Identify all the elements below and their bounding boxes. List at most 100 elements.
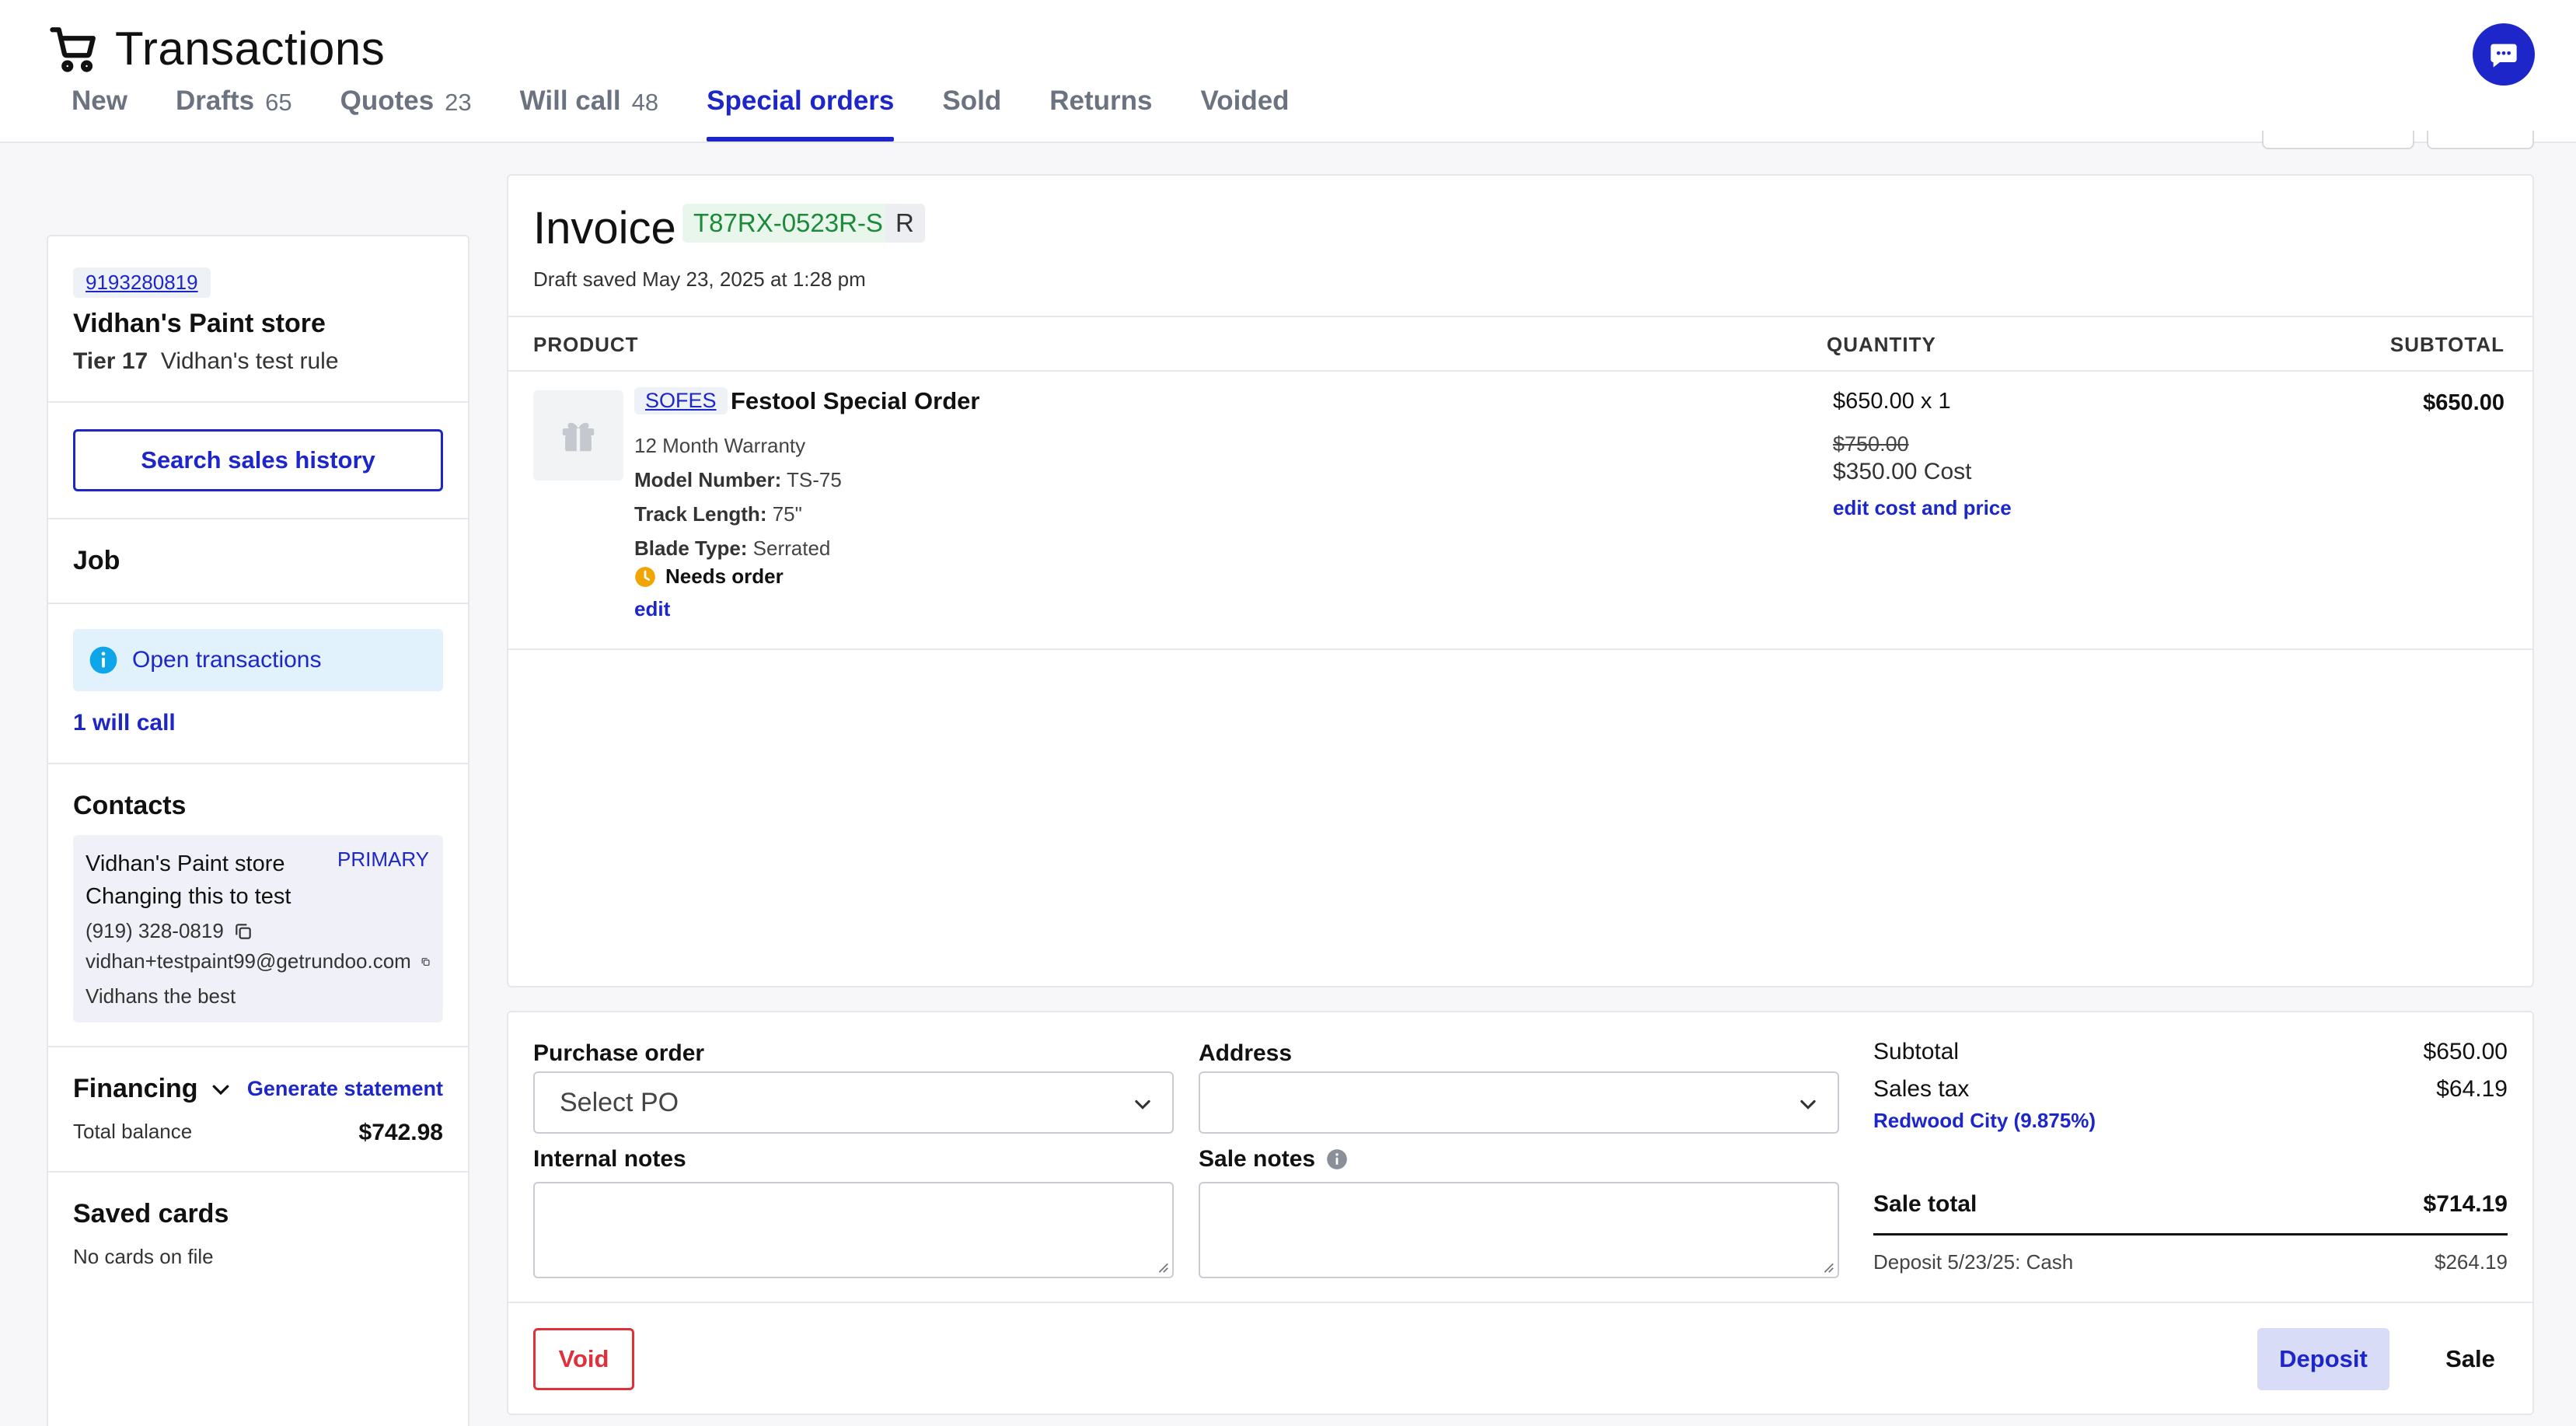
edit-item-link[interactable]: edit bbox=[634, 597, 670, 621]
financing-header: Financing Generate statement bbox=[73, 1047, 443, 1104]
copy-icon[interactable] bbox=[421, 952, 431, 972]
tab-new[interactable]: New bbox=[72, 86, 127, 142]
transaction-tabs: New Drafts 65 Quotes 23 Will call 48 Specia… bbox=[72, 86, 1290, 142]
tab-will-call[interactable]: Will call 48 bbox=[520, 86, 659, 142]
tab-count: 65 bbox=[265, 89, 292, 116]
customer-summary: 9193280819 Vidhan's Paint store Tier 17 … bbox=[48, 236, 468, 403]
product-sku-link[interactable]: SOFES bbox=[634, 387, 728, 414]
resize-handle-icon[interactable] bbox=[1820, 1260, 1834, 1274]
tab-count: 48 bbox=[631, 89, 659, 116]
clock-icon bbox=[635, 566, 655, 587]
product-image-placeholder bbox=[533, 390, 623, 481]
contact-note: Vidhans the best bbox=[86, 984, 236, 1008]
saved-cards-title: Saved cards bbox=[73, 1199, 229, 1229]
deposit-button[interactable]: Deposit bbox=[2257, 1328, 2389, 1390]
original-price: $750.00 bbox=[1833, 432, 1909, 456]
actions-divider bbox=[508, 1302, 2532, 1303]
total-divider bbox=[1873, 1233, 2508, 1236]
order-status-label: Needs order bbox=[665, 564, 784, 588]
subtotal-row: Subtotal $650.00 bbox=[1873, 1039, 2508, 1065]
contact-description: Changing this to test bbox=[86, 884, 291, 909]
internal-notes-label: Internal notes bbox=[533, 1146, 686, 1172]
product-warranty: 12 Month Warranty bbox=[634, 434, 806, 457]
resize-handle-icon[interactable] bbox=[1155, 1260, 1169, 1274]
edit-cost-and-price-link[interactable]: edit cost and price bbox=[1833, 496, 2012, 520]
page-header: Transactions New Drafts 65 Quotes 23 Will … bbox=[0, 0, 2576, 143]
line-subtotal: $650.00 bbox=[2423, 390, 2504, 415]
invoice-title: Invoice bbox=[533, 203, 676, 253]
sales-tax-value: $64.19 bbox=[2436, 1076, 2508, 1102]
purchase-order-placeholder: Select PO bbox=[560, 1087, 679, 1117]
customer-phone-link[interactable]: 9193280819 bbox=[73, 267, 211, 298]
chat-button[interactable] bbox=[2473, 23, 2535, 86]
tax-region-link[interactable]: Redwood City (9.875%) bbox=[1873, 1109, 2096, 1133]
purchase-order-label: Purchase order bbox=[533, 1040, 705, 1066]
total-balance-value: $742.98 bbox=[358, 1120, 443, 1145]
subtotal-value: $650.00 bbox=[2423, 1039, 2508, 1064]
deposit-row: Deposit 5/23/25: Cash $264.19 bbox=[1873, 1250, 2508, 1274]
tab-drafts[interactable]: Drafts 65 bbox=[176, 86, 292, 142]
invoice-id-badge: T87RX-0523R-S bbox=[682, 204, 894, 243]
deposit-value: $264.19 bbox=[2435, 1250, 2508, 1274]
tab-sold[interactable]: Sold bbox=[942, 86, 1001, 142]
sale-notes-input[interactable] bbox=[1199, 1182, 1839, 1278]
address-select[interactable] bbox=[1199, 1071, 1839, 1134]
open-transactions-section: Open transactions 1 will call bbox=[48, 629, 468, 764]
void-button[interactable]: Void bbox=[533, 1328, 634, 1390]
customer-name: Vidhan's Paint store bbox=[73, 309, 326, 338]
product-name: Festool Special Order bbox=[731, 387, 980, 414]
page-title: Transactions bbox=[115, 23, 386, 75]
toolbar-button-partial[interactable] bbox=[2427, 131, 2534, 149]
column-header-quantity: QUANTITY bbox=[1827, 333, 1936, 356]
financing-toggle[interactable]: Financing bbox=[73, 1074, 232, 1104]
sales-tax-row: Sales tax $64.19 bbox=[1873, 1076, 2508, 1103]
contact-email-row: vidhan+testpaint99@getrundoo.com bbox=[86, 949, 431, 973]
contact-phone: (919) 328-0819 bbox=[86, 919, 224, 942]
subtotal-label: Subtotal bbox=[1873, 1039, 1960, 1064]
info-icon[interactable] bbox=[1326, 1148, 1348, 1170]
contact-phone-row: (919) 328-0819 bbox=[86, 919, 431, 943]
customer-tier: Tier 17 Vidhan's test rule bbox=[73, 348, 443, 401]
contact-email: vidhan+testpaint99@getrundoo.com bbox=[86, 949, 411, 973]
product-attribute: Track Length: 75" bbox=[634, 502, 802, 526]
sale-button[interactable]: Sale bbox=[2416, 1328, 2525, 1390]
address-label: Address bbox=[1199, 1040, 1293, 1066]
no-cards-text: No cards on file bbox=[73, 1245, 214, 1268]
info-icon bbox=[89, 646, 117, 674]
primary-badge: PRIMARY bbox=[337, 848, 429, 871]
toolbar-button-partial[interactable] bbox=[2262, 131, 2414, 149]
shopping-cart-icon bbox=[50, 27, 96, 72]
job-title: Job bbox=[73, 546, 120, 575]
total-balance-row: Total balance $742.98 bbox=[73, 1104, 443, 1171]
search-sales-history-button[interactable]: Search sales history bbox=[73, 429, 443, 491]
sale-total-value: $714.19 bbox=[2423, 1191, 2508, 1217]
internal-notes-input[interactable] bbox=[533, 1182, 1174, 1278]
contacts-section: Contacts Vidhan's Paint store Changing t… bbox=[48, 764, 468, 1047]
tier-rule: Vidhan's test rule bbox=[160, 348, 339, 374]
line-items-header: PRODUCT QUANTITY SUBTOTAL bbox=[508, 316, 2532, 372]
column-header-subtotal: SUBTOTAL bbox=[2389, 333, 2504, 356]
tab-special-orders[interactable]: Special orders bbox=[707, 86, 895, 142]
tab-returns[interactable]: Returns bbox=[1049, 86, 1152, 142]
copy-icon[interactable] bbox=[233, 921, 253, 942]
chat-bubble-icon bbox=[2490, 44, 2517, 68]
product-attribute: Blade Type: Serrated bbox=[634, 536, 831, 560]
invoice-panel: Invoice T87RX-0523R-S R Draft saved May … bbox=[507, 174, 2534, 987]
customer-sidebar: 9193280819 Vidhan's Paint store Tier 17 … bbox=[47, 235, 469, 1426]
checkout-panel: Purchase order Select PO Address Interna… bbox=[507, 1011, 2534, 1415]
tier-label: Tier 17 bbox=[73, 348, 148, 374]
deposit-label: Deposit 5/23/25: Cash bbox=[1873, 1250, 2074, 1274]
tab-count: 23 bbox=[445, 89, 472, 116]
generate-statement-link[interactable]: Generate statement bbox=[247, 1077, 443, 1101]
chevron-down-icon bbox=[212, 1085, 229, 1095]
sale-notes-label: Sale notes bbox=[1199, 1146, 1316, 1172]
tab-voided[interactable]: Voided bbox=[1200, 86, 1289, 142]
financing-section: Financing Generate statement Total balan… bbox=[48, 1047, 468, 1173]
purchase-order-select[interactable]: Select PO bbox=[533, 1071, 1174, 1134]
draft-saved-text: Draft saved May 23, 2025 at 1:28 pm bbox=[533, 267, 866, 291]
chevron-down-icon bbox=[1135, 1099, 1150, 1110]
tab-quotes[interactable]: Quotes 23 bbox=[340, 86, 472, 142]
contact-card[interactable]: Vidhan's Paint store Changing this to te… bbox=[73, 835, 443, 1022]
open-transactions-banner: Open transactions bbox=[73, 629, 443, 691]
will-call-link[interactable]: 1 will call bbox=[73, 691, 443, 763]
